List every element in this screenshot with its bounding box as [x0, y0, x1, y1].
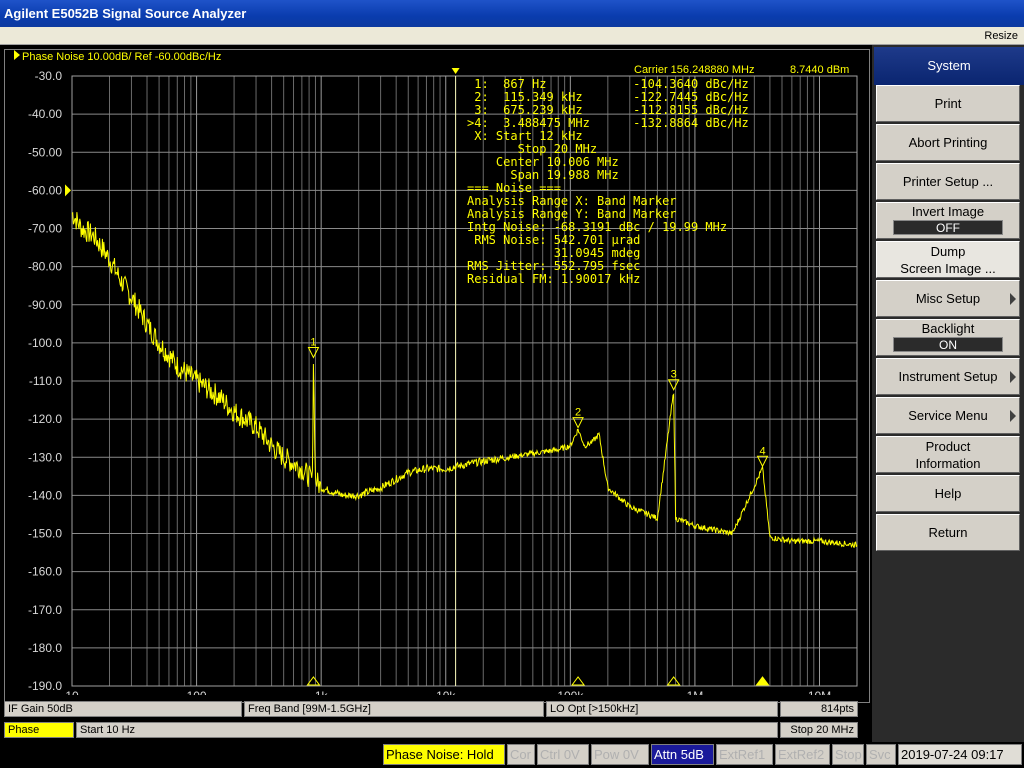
y-tick-label: -50.00 — [28, 145, 62, 159]
y-tick-label: -60.00 — [28, 183, 62, 197]
product-label: Product — [925, 439, 971, 454]
reference-level-icon — [65, 184, 71, 197]
svc-indicator: Svc — [866, 744, 896, 765]
misc-setup-label: Misc Setup — [915, 291, 981, 306]
resize-button[interactable]: Resize — [984, 28, 1018, 44]
marker-info-panel: 1: 867 Hz -104.3640 dBc/Hz 2: 115.349 kH… — [467, 78, 749, 286]
backlight-label: Backlight — [921, 321, 975, 336]
x-tick-label: 1M — [687, 689, 704, 695]
printer-setup-button[interactable]: Printer Setup ... — [876, 163, 1020, 200]
y-tick-label: -100.0 — [28, 336, 62, 350]
y-tick-label: -190.0 — [28, 679, 62, 693]
abort-printing-button[interactable]: Abort Printing — [876, 124, 1020, 161]
invert-image-value: OFF — [893, 220, 1003, 235]
return-button[interactable]: Return — [876, 514, 1020, 551]
marker-1-icon — [307, 347, 320, 359]
date-time: 2019-07-24 09:17 — [898, 744, 1022, 765]
window-title: Agilent E5052B Signal Source Analyzer — [0, 0, 1024, 27]
invert-image-label: Invert Image — [911, 204, 985, 219]
help-label: Help — [934, 486, 962, 501]
x-tick-label: 10 — [65, 689, 79, 695]
invert-image-button[interactable]: Invert Image OFF — [876, 202, 1020, 239]
y-tick-label: -30.0 — [35, 69, 63, 83]
marker-4-axis-icon — [755, 676, 770, 686]
product-information-button[interactable]: Product Information — [876, 436, 1020, 473]
ctrl-indicator: Ctrl 0V — [537, 744, 589, 765]
print-label: Print — [934, 96, 962, 111]
y-tick-label: -70.00 — [28, 222, 62, 236]
service-menu-button[interactable]: Service Menu — [876, 397, 1020, 434]
dump-label: Dump — [930, 244, 966, 259]
cor-indicator: Cor — [507, 744, 535, 765]
submenu-arrow-icon — [1010, 410, 1016, 422]
y-tick-label: -90.00 — [28, 298, 62, 312]
marker-2-label: 2 — [575, 407, 581, 419]
extref1-indicator: ExtRef1 — [716, 744, 773, 765]
softkey-panel: System Print Abort Printing Printer Setu… — [872, 45, 1024, 742]
misc-setup-button[interactable]: Misc Setup — [876, 280, 1020, 317]
instrument-setup-label: Instrument Setup — [898, 369, 998, 384]
y-tick-label: -110.0 — [29, 374, 62, 388]
y-tick-label: -160.0 — [28, 565, 62, 579]
measurement-status: Phase Noise — [4, 722, 74, 751]
attn-indicator: Attn 5dB — [651, 744, 714, 765]
instrument-setup-button[interactable]: Instrument Setup — [876, 358, 1020, 395]
marker-3-axis-icon — [666, 676, 681, 686]
extref2-indicator: ExtRef2 — [775, 744, 830, 765]
return-label: Return — [928, 525, 968, 540]
status-row-2: Phase Noise Start 10 Hz Stop 20 MHz — [4, 722, 870, 751]
abort-printing-label: Abort Printing — [908, 135, 988, 150]
trace-title: Phase Noise 10.00dB/ Ref -60.00dBc/Hz — [14, 50, 221, 63]
y-tick-label: -40.00 — [28, 107, 62, 121]
submenu-arrow-icon — [1010, 371, 1016, 383]
submenu-arrow-icon — [1010, 293, 1016, 305]
screen-image-label: Screen Image ... — [900, 261, 996, 276]
freq-band-status[interactable]: Freq Band [99M-1.5GHz] — [244, 701, 544, 717]
dump-screen-image-button[interactable]: Dump Screen Image ... — [876, 241, 1020, 278]
marker-4-label: 4 — [759, 445, 765, 457]
y-tick-label: -80.00 — [28, 260, 62, 274]
backlight-button[interactable]: Backlight ON — [876, 319, 1020, 356]
x-tick-label: 1k — [315, 689, 329, 695]
start-frequency[interactable]: Start 10 Hz — [76, 722, 778, 738]
active-trace-icon — [14, 50, 20, 60]
band-marker-start-icon — [451, 68, 460, 74]
printer-setup-label: Printer Setup ... — [902, 174, 994, 189]
x-tick-label: 10k — [436, 689, 456, 695]
stop-indicator: Stop — [832, 744, 864, 765]
x-tick-label: 100 — [187, 689, 207, 695]
phase-noise-hold-indicator: Phase Noise: Hold — [383, 744, 505, 765]
y-tick-label: -120.0 — [28, 412, 62, 426]
points-status[interactable]: 814pts — [780, 701, 858, 717]
info-line: Residual FM: 1.90017 kHz — [467, 272, 641, 286]
lo-opt-status[interactable]: LO Opt [>150kHz] — [546, 701, 778, 717]
y-tick-label: -140.0 — [28, 488, 62, 502]
softkey-title: System — [874, 47, 1024, 85]
marker-1-label: 1 — [310, 337, 316, 349]
print-button[interactable]: Print — [876, 85, 1020, 122]
backlight-value: ON — [893, 337, 1003, 352]
status-row-1: IF Gain 50dB Freq Band [99M-1.5GHz] LO O… — [4, 701, 870, 717]
service-menu-label: Service Menu — [908, 408, 988, 423]
carrier-frequency: Carrier 156.248880 MHz — [634, 64, 755, 76]
marker-4-icon — [756, 455, 769, 468]
x-tick-label: 100k — [557, 689, 584, 695]
system-status-bar: Phase Noise: Hold Cor Ctrl 0V Pow 0V Att… — [0, 742, 1024, 768]
pow-indicator: Pow 0V — [591, 744, 649, 765]
y-tick-label: -170.0 — [28, 603, 62, 617]
help-button[interactable]: Help — [876, 475, 1020, 512]
if-gain-status[interactable]: IF Gain 50dB — [4, 701, 242, 717]
y-tick-label: -150.0 — [28, 527, 62, 541]
marker-3-label: 3 — [671, 369, 677, 381]
information-label: Information — [915, 456, 981, 471]
x-tick-label: 10M — [808, 689, 831, 695]
menu-bar: Resize — [0, 27, 1024, 45]
stop-frequency[interactable]: Stop 20 MHz — [780, 722, 858, 738]
y-tick-label: -130.0 — [28, 450, 62, 464]
carrier-level: 8.7440 dBm — [790, 64, 850, 76]
trace-title-text: Phase Noise 10.00dB/ Ref -60.00dBc/Hz — [22, 51, 222, 63]
y-tick-label: -180.0 — [28, 641, 62, 655]
marker-2-axis-icon — [571, 676, 586, 686]
